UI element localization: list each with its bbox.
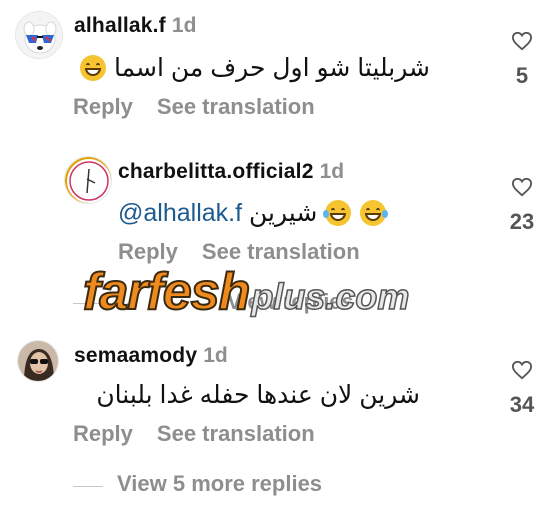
mention-link[interactable]: @alhallak.f	[118, 199, 242, 227]
comment-username[interactable]: alhallak.f	[74, 14, 166, 37]
heart-icon[interactable]	[511, 177, 533, 197]
comment-time: 1d	[171, 14, 197, 37]
avatar-charbelitta[interactable]	[64, 156, 112, 204]
comment-actions: Reply See translation	[73, 94, 315, 120]
heart-icon[interactable]	[511, 31, 533, 51]
avatar-semaamody[interactable]	[17, 340, 59, 382]
like-column: 23	[500, 177, 544, 235]
watermark-brand: farfesh	[82, 262, 251, 322]
comment-body: شربليتا شو اول حرف من اسما	[113, 54, 430, 82]
laughing-tears-emoji-icon	[360, 200, 389, 226]
watermark-suffix: plus.com	[251, 275, 411, 318]
view-more-replies-row[interactable]: View 5 more replies	[73, 471, 322, 497]
comment-header: alhallak.f 1d	[74, 14, 196, 38]
comment-time: 1d	[203, 344, 228, 367]
comment-body: شيرين	[249, 199, 318, 227]
comment-actions: Reply See translation	[73, 421, 315, 447]
reply-button[interactable]: Reply	[73, 94, 133, 120]
avatar-alhallak[interactable]	[15, 11, 63, 59]
see-translation-button[interactable]: See translation	[157, 94, 315, 120]
like-column: 34	[500, 360, 544, 418]
view-more-replies-button[interactable]: View 5 more replies	[117, 471, 322, 496]
dog-sunglasses-icon	[16, 12, 62, 58]
comment-text: @alhallak.f شيرين	[118, 198, 389, 228]
comment-header: charbelitta.official2 1d	[118, 160, 344, 184]
comment-body: شرين لان عندها حفله غدا بلبنان	[96, 381, 420, 409]
comment-text: شربليتا شو اول حرف من اسما	[79, 53, 430, 83]
comment-header: semaamody 1d	[74, 344, 228, 368]
heart-icon[interactable]	[511, 360, 533, 380]
divider-line	[73, 486, 103, 488]
reply-button[interactable]: Reply	[73, 421, 133, 447]
like-column: 5	[500, 31, 544, 89]
comment-username[interactable]: charbelitta.official2	[118, 160, 314, 183]
comment-time: 1d	[319, 160, 345, 183]
see-translation-button[interactable]: See translation	[157, 421, 315, 447]
grinning-emoji-icon	[80, 55, 107, 81]
like-count: 5	[515, 63, 529, 88]
watermark: farfeshplus.com	[82, 262, 411, 322]
like-count: 34	[509, 392, 535, 417]
comment-username[interactable]: semaamody	[74, 344, 197, 367]
like-count: 23	[509, 209, 535, 234]
charbelitta-logo-icon	[65, 157, 111, 203]
laughing-tears-emoji-icon	[323, 200, 352, 226]
woman-sunglasses-icon	[18, 341, 58, 381]
